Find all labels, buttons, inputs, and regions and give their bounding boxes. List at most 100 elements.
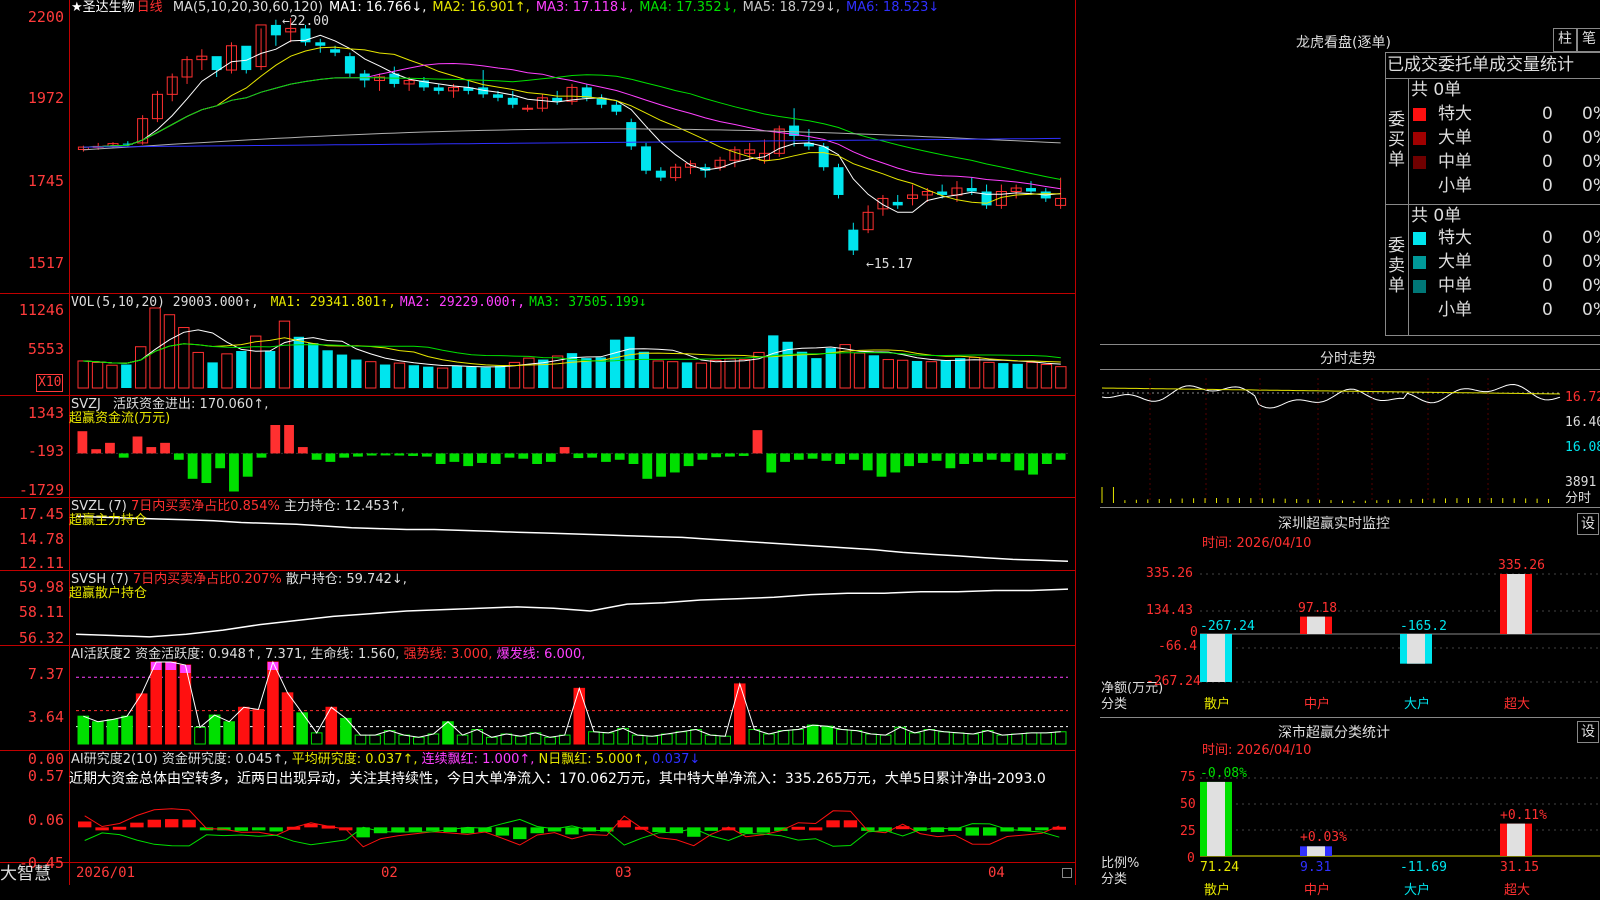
- ai1-bar: [194, 726, 206, 745]
- sz-class-category: 中户: [1304, 883, 1331, 898]
- candle-body: [507, 97, 518, 105]
- svzj-bar: [229, 453, 239, 492]
- sz-class-time: 时间: 2026/04/10: [1202, 743, 1312, 758]
- ai1-bar: [413, 736, 425, 745]
- sz-monitor-category: 超大: [1504, 697, 1531, 712]
- svzj-bar: [669, 453, 680, 473]
- ai2-bar: [1035, 827, 1049, 831]
- svzj-bar: [518, 453, 529, 459]
- brand-logo[interactable]: 大智慧: [0, 864, 51, 884]
- sz-class-value: 71.24: [1200, 860, 1240, 875]
- ai2-bar: [808, 827, 823, 831]
- order-row-label: 中单: [1438, 276, 1472, 296]
- volume-bar: [278, 320, 291, 389]
- order-row-percent: 0%: [1582, 176, 1600, 196]
- volume-bar: [91, 361, 104, 389]
- volume-bar: [624, 336, 635, 388]
- svzj-bar: [545, 453, 556, 462]
- svzj-bar: [573, 453, 584, 459]
- order-color-swatch: [1413, 180, 1426, 193]
- order-row-percent: 0%: [1582, 228, 1600, 248]
- svzj-ytick-2: -1729: [18, 481, 64, 499]
- svzj-bar: [862, 453, 873, 471]
- ai1-bar: [938, 731, 950, 745]
- svzj-bar: [986, 453, 997, 460]
- svzj-legend: SVZJ 活跃资金进出: 170.060↑,: [71, 397, 268, 412]
- sz-class-change: +0.11%: [1500, 807, 1547, 823]
- svzj-bar: [118, 453, 129, 458]
- sz-class-settings-button[interactable]: 设: [1577, 721, 1599, 743]
- order-row-value: 0: [1542, 300, 1553, 320]
- volume-bar: [264, 351, 276, 388]
- volume-bar: [724, 358, 736, 389]
- svzl-label2: 主力持仓: 12.453↑,: [283, 499, 405, 514]
- ai2-b: 平均研究度: 0.037↑,: [291, 752, 418, 767]
- sz-monitor-settings-button[interactable]: 设: [1577, 513, 1599, 535]
- svzj-bar: [311, 453, 322, 460]
- candle-body: [211, 56, 222, 71]
- ai1-bar: [165, 661, 177, 745]
- main-ytick-3: 1517: [27, 254, 64, 272]
- period-label[interactable]: 日线: [137, 0, 163, 15]
- ma-legend: MA(5,10,20,30,60,120) MA1: 16.766↓, MA2: 1…: [167, 0, 939, 15]
- svzj-bar: [132, 436, 143, 454]
- order-row-percent: 0%: [1582, 128, 1600, 148]
- candle-body: [344, 56, 355, 74]
- order-row-value: 0: [1542, 228, 1553, 248]
- svzj-bar: [780, 453, 790, 462]
- volume-bar: [308, 343, 319, 388]
- svzj-ytick-1: -193: [27, 442, 64, 460]
- svzl-ytick-0: 17.45: [18, 505, 64, 523]
- svsh-sub: 超赢散户持仓: [69, 586, 148, 601]
- svzj-bar: [876, 453, 887, 477]
- volume-bar: [1055, 366, 1067, 389]
- sz-monitor-ytick-3: -66.4: [1158, 639, 1198, 654]
- sz-class-xlabel: 分类: [1101, 872, 1128, 887]
- svzj-bar: [256, 453, 267, 458]
- volume-bar: [207, 362, 218, 388]
- volume-bar: [738, 359, 751, 389]
- sz-monitor-ytick-2: 0: [1190, 625, 1198, 640]
- lock-icon[interactable]: [1062, 868, 1072, 878]
- star-icon[interactable]: ★: [71, 0, 83, 15]
- ai2-bar: [408, 827, 423, 832]
- ai1-bar: [1025, 732, 1038, 745]
- ai1-d: 强势线: 3.000,: [403, 647, 493, 662]
- volume-bar: [954, 358, 966, 388]
- ai1-ytick-0: 7.37: [27, 665, 64, 683]
- ai2-bar: [95, 827, 109, 831]
- ai1-bar: [252, 709, 265, 745]
- ai2-bar: [182, 819, 196, 828]
- vol-unit-badge[interactable]: X10: [36, 374, 64, 392]
- ai1-bar: [690, 729, 702, 745]
- bar-mode-button[interactable]: 柱: [1553, 28, 1577, 52]
- ai1-bar: [106, 719, 119, 745]
- svzl-title: SVZL (7): [71, 499, 127, 514]
- volume-bar: [853, 352, 866, 389]
- svzj-bar: [587, 453, 598, 458]
- sz-monitor-bar-highlight: [1207, 634, 1225, 682]
- volume-bar: [595, 357, 606, 388]
- ai2-e: 0.037↓: [652, 752, 701, 767]
- svzj-bar: [339, 453, 350, 458]
- volume-bar: [365, 361, 377, 389]
- svzj-bar: [1055, 453, 1066, 460]
- tick-mode-button[interactable]: 笔: [1577, 28, 1600, 52]
- order-row-label: 小单: [1438, 176, 1472, 196]
- ai1-bar: [383, 730, 396, 745]
- sz-monitor-value: -267.24: [1200, 619, 1255, 634]
- main-ytick-2: 1745: [27, 172, 64, 190]
- svzj-bar: [959, 453, 970, 464]
- order-row-value: 0: [1542, 104, 1553, 124]
- ai2-bar: [112, 826, 127, 830]
- svzj-bar: [835, 453, 846, 464]
- ai1-bar: [602, 732, 615, 745]
- sz-monitor-xlabel: 分类: [1101, 697, 1128, 712]
- volume-bar: [351, 359, 362, 388]
- svzj-bar: [697, 453, 708, 460]
- ma-line-3: [83, 62, 1061, 190]
- svzj-bar: [559, 447, 570, 454]
- svzl-legend: SVZL (7) 7日内买卖净占比0.854% 主力持仓: 12.453↑,: [71, 499, 405, 514]
- svzj-bar: [807, 453, 818, 459]
- candle-body: [330, 49, 341, 53]
